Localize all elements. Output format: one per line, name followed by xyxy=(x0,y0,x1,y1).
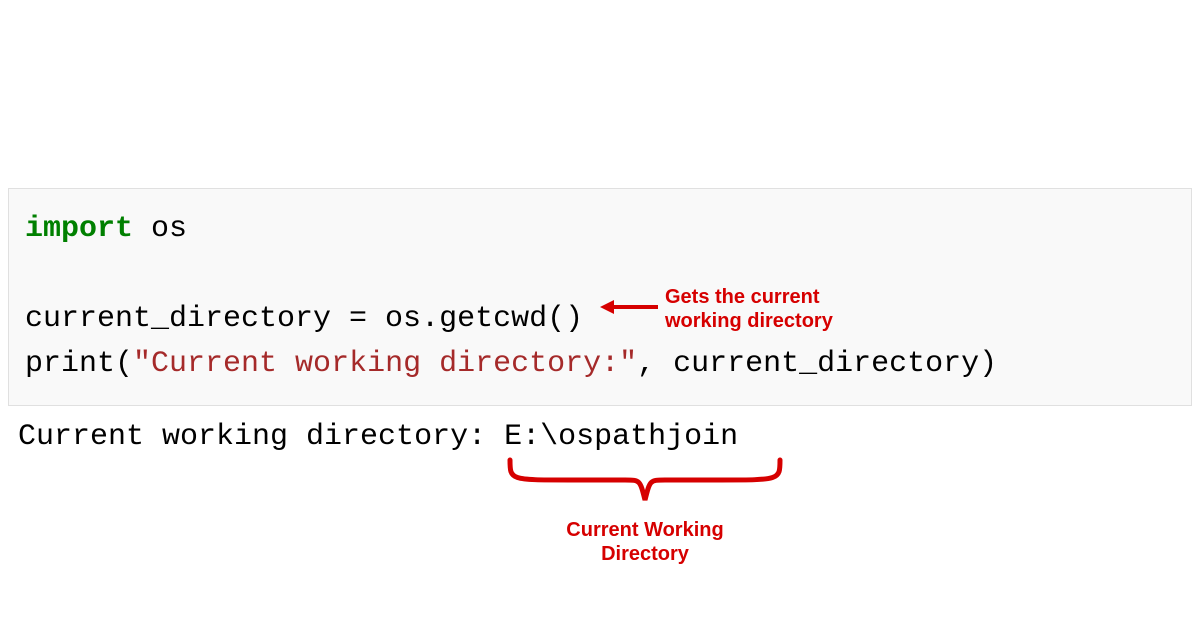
string-literal: "Current working directory:" xyxy=(133,347,637,381)
code-line-1: import os xyxy=(25,207,1175,252)
annotation-cwd: Current Working Directory xyxy=(540,518,750,566)
curly-brace-icon xyxy=(500,455,790,520)
arrow-left-icon xyxy=(600,295,660,324)
keyword-import: import xyxy=(25,212,133,246)
code-text: , current_directory) xyxy=(637,347,997,381)
annotation-text: Current Working xyxy=(540,518,750,542)
blank-line xyxy=(25,252,1175,297)
output-line: Current working directory: E:\ospathjoin xyxy=(18,420,738,454)
annotation-text: Directory xyxy=(540,542,750,566)
annotation-text: working directory xyxy=(665,309,833,333)
annotation-text: Gets the current xyxy=(665,285,833,309)
code-text: print( xyxy=(25,347,133,381)
code-line-3: print("Current working directory:", curr… xyxy=(25,342,1175,387)
code-text: os xyxy=(133,212,187,246)
annotation-getcwd: Gets the current working directory xyxy=(665,285,833,333)
